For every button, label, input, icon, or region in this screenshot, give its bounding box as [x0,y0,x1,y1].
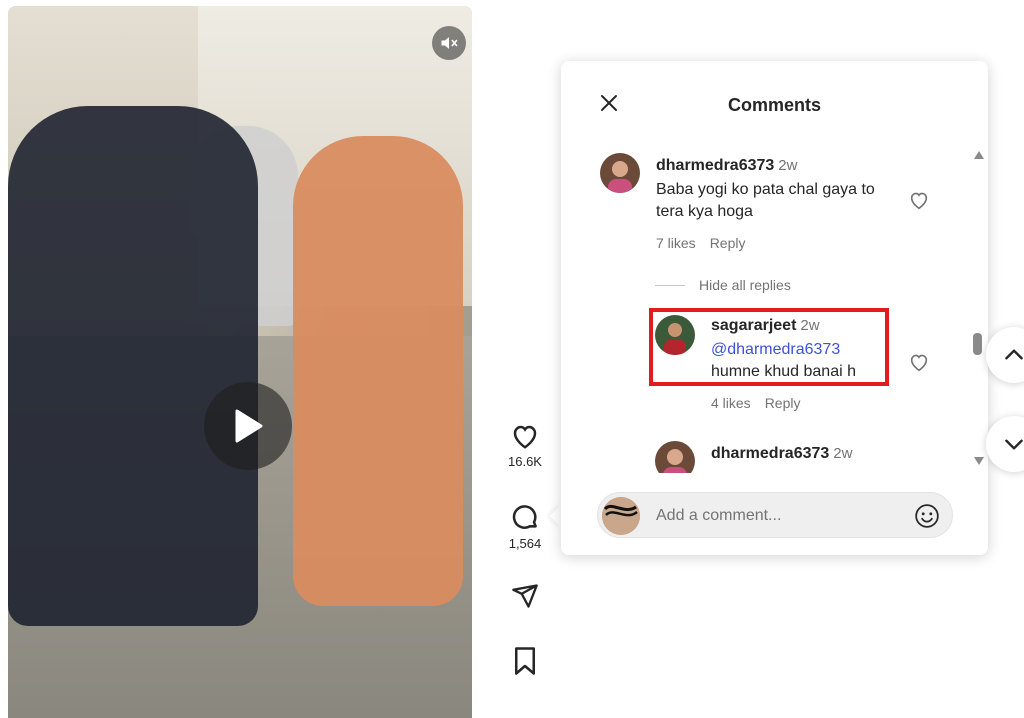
comment-text: Baba yogi ko pata chal gaya to tera kya … [656,181,875,220]
comment-meta: 7 likes Reply [656,235,759,251]
speaker-muted-icon [441,37,458,49]
chevron-down-icon [1005,439,1023,450]
play-icon [235,409,263,443]
reply-meta: 4 likes Reply [711,395,814,411]
heart-icon[interactable] [908,189,930,211]
heart-icon[interactable] [908,351,930,373]
comments-panel: Comments dharmedra6373 2w Baba yogi ko pa… [561,61,988,555]
bookmark-icon[interactable] [512,646,538,676]
avatar[interactable] [600,153,640,193]
avatar[interactable] [655,315,695,355]
video-frame-person-left [8,106,258,626]
reply-username[interactable]: sagararjeet 2w [711,317,820,335]
reply-button[interactable]: Reply [710,235,746,251]
comment-likes[interactable]: 7 likes [656,235,696,251]
comment-username[interactable]: dharmedra6373 2w [711,445,852,463]
comment-input[interactable] [654,501,898,531]
share-action[interactable] [500,582,550,610]
comment-time: 2w [778,157,798,174]
likes-count: 16.6K [508,454,542,469]
reply-mention[interactable]: @dharmedra6373 [711,339,840,361]
send-icon[interactable] [510,582,540,610]
save-action[interactable] [500,646,550,676]
comment-action[interactable]: 1,564 [500,502,550,551]
reply-text: humne khud banai h [711,363,856,380]
mute-button[interactable] [432,26,466,60]
hide-replies-label: Hide all replies [699,277,791,293]
reel-video[interactable] [8,6,472,718]
avatar[interactable] [655,441,695,473]
scroll-thumb[interactable] [973,333,982,355]
comments-count: 1,564 [508,536,542,551]
scroll-up-arrow-icon[interactable] [974,151,984,159]
comment-username[interactable]: dharmedra6373 2w [656,157,797,175]
scroll-down-arrow-icon[interactable] [974,457,984,465]
comments-scrollbar[interactable] [971,149,985,473]
comments-title: Comments [727,95,821,115]
chevron-up-icon [1005,349,1023,360]
video-frame-person-robed [293,136,463,606]
previous-reel-button[interactable] [986,327,1024,383]
like-action[interactable]: 16.6K [500,422,550,469]
heart-icon[interactable] [510,422,540,450]
comments-header: Comments [561,61,988,149]
comment-bubble-icon[interactable] [510,502,540,532]
hide-replies-button[interactable]: Hide all replies [655,277,791,293]
next-reel-button[interactable] [986,416,1024,472]
reply-button[interactable]: Reply [765,395,801,411]
divider [655,284,685,286]
play-button[interactable] [204,382,292,470]
comments-list[interactable]: dharmedra6373 2w Baba yogi ko pata chal g… [561,149,988,473]
reply-likes[interactable]: 4 likes [711,395,751,411]
avatar [602,497,640,535]
emoji-icon[interactable] [914,503,940,529]
comment-time: 2w [833,445,853,462]
add-comment-bar [597,492,953,538]
reply-time: 2w [800,317,820,334]
